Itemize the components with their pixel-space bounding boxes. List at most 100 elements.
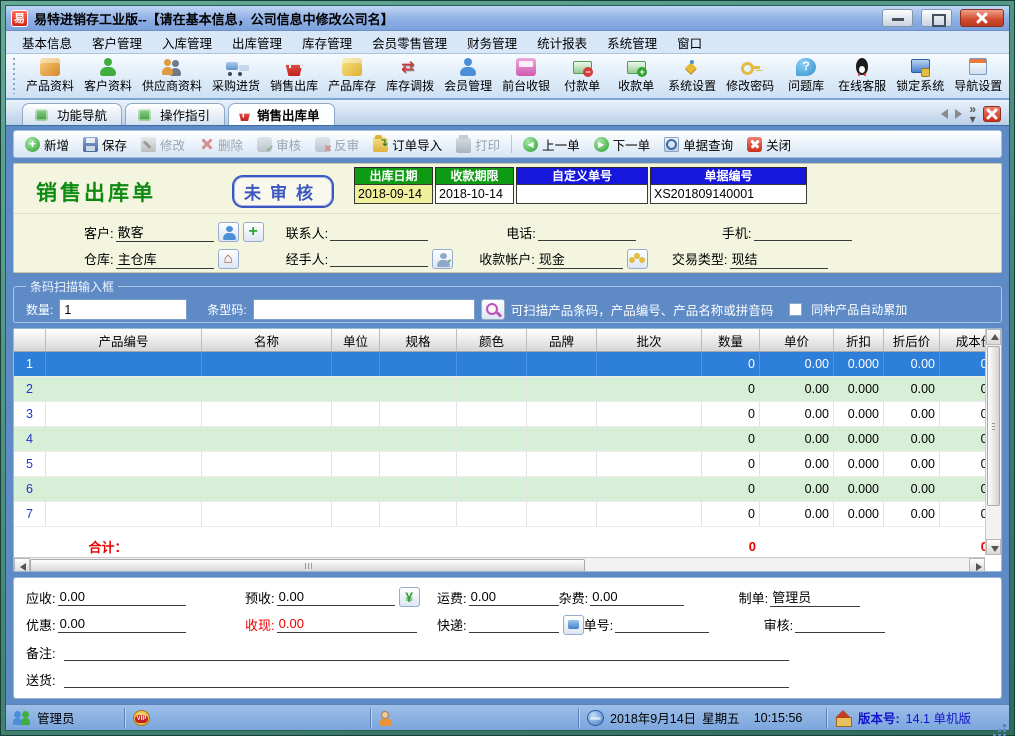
- col-color[interactable]: 颜色: [457, 329, 527, 351]
- toolbar-product-data[interactable]: 产品资料: [21, 56, 79, 96]
- tab-close-button[interactable]: [983, 106, 1001, 122]
- maximize-button[interactable]: [921, 9, 952, 27]
- order-import-button[interactable]: 订单导入: [367, 133, 448, 156]
- horizontal-scrollbar[interactable]: [14, 557, 985, 572]
- delivery-value[interactable]: [64, 671, 789, 688]
- scroll-right-icon[interactable]: [969, 558, 985, 572]
- toolbar-product-stock[interactable]: 产品库存: [323, 56, 381, 96]
- col-qty[interactable]: 数量: [702, 329, 760, 351]
- misc-fee-value[interactable]: 0.00: [590, 589, 684, 606]
- toolbar-lock-system[interactable]: 锁定系统: [891, 56, 949, 96]
- save-button[interactable]: 保存: [77, 133, 133, 156]
- search-product-button[interactable]: [481, 299, 505, 320]
- pick-warehouse-button[interactable]: [218, 249, 239, 269]
- toolbar-pos-cashier[interactable]: 前台收银: [497, 56, 555, 96]
- remark-value[interactable]: [64, 644, 789, 661]
- menu-outbound-mgmt[interactable]: 出库管理: [222, 30, 292, 55]
- col-brand[interactable]: 品牌: [527, 329, 597, 351]
- prepaid-pick-button[interactable]: [399, 587, 420, 607]
- print-button[interactable]: 打印: [450, 133, 506, 156]
- vertical-scrollbar[interactable]: [985, 329, 1001, 555]
- toolbar-stock-transfer[interactable]: 库存调拨: [381, 56, 439, 96]
- pick-account-button[interactable]: [627, 249, 648, 269]
- home-icon[interactable]: [835, 710, 852, 726]
- account-value[interactable]: 现金: [537, 249, 623, 269]
- custom-number-value[interactable]: [516, 184, 648, 204]
- add-customer-button[interactable]: [243, 222, 264, 242]
- grid-row-1[interactable]: 1 00.000.0000.000.00: [14, 352, 1001, 377]
- toolbar-online-service[interactable]: 在线客服: [833, 56, 891, 96]
- toolbar-issue-library[interactable]: 问题库: [779, 56, 833, 96]
- minimize-button[interactable]: [882, 9, 913, 27]
- tab-function-nav[interactable]: 功能导航: [22, 103, 122, 125]
- cash-received-value[interactable]: 0.00: [277, 616, 417, 633]
- col-product-code[interactable]: 产品编号: [46, 329, 202, 351]
- tab-scroll-right-icon[interactable]: [955, 109, 962, 119]
- toolbar-sales-outbound[interactable]: 销售出库: [265, 56, 323, 96]
- toolbar-change-password[interactable]: 修改密码: [721, 56, 779, 96]
- grid-row-4[interactable]: 4 00.000.0000.000.00: [14, 427, 1001, 452]
- edit-button[interactable]: 修改: [135, 133, 191, 156]
- next-order-button[interactable]: 下一单: [588, 133, 657, 156]
- resize-grip[interactable]: [995, 705, 1009, 730]
- toolbar-purchase-in[interactable]: 采购进货: [207, 56, 265, 96]
- auto-accumulate-checkbox[interactable]: [789, 303, 802, 316]
- menu-inbound-mgmt[interactable]: 入库管理: [152, 30, 222, 55]
- grid-row-6[interactable]: 6 00.000.0000.000.00: [14, 477, 1001, 502]
- vip-badge-icon[interactable]: [133, 710, 150, 726]
- express-pick-button[interactable]: [563, 615, 584, 635]
- audit-button[interactable]: 审核: [251, 133, 307, 156]
- phone-value[interactable]: [538, 224, 636, 241]
- menu-finance-mgmt[interactable]: 财务管理: [457, 30, 527, 55]
- scroll-down-icon[interactable]: [986, 539, 1001, 555]
- menu-inventory-mgmt[interactable]: 库存管理: [292, 30, 362, 55]
- unaudit-button[interactable]: 反审: [309, 133, 365, 156]
- prepaid-value[interactable]: 0.00: [277, 589, 395, 606]
- express-value[interactable]: [469, 616, 559, 633]
- toolbar-system-settings[interactable]: 系统设置: [663, 56, 721, 96]
- pick-customer-button[interactable]: [218, 222, 239, 242]
- mobile-value[interactable]: [754, 224, 852, 241]
- tab-operation-guide[interactable]: 操作指引: [125, 103, 225, 125]
- contact-value[interactable]: [330, 224, 428, 241]
- previous-order-button[interactable]: 上一单: [517, 133, 586, 156]
- toolbar-customer-data[interactable]: 客户资料: [79, 56, 137, 96]
- menu-customer-mgmt[interactable]: 客户管理: [82, 30, 152, 55]
- toolbar-receipt-slip[interactable]: 收款单: [609, 56, 663, 96]
- toolbar-nav-settings[interactable]: 导航设置: [949, 56, 1007, 96]
- menu-window[interactable]: 窗口: [667, 30, 712, 55]
- pick-handler-button[interactable]: ✔: [432, 249, 453, 269]
- close-form-button[interactable]: 关闭: [741, 133, 797, 156]
- payment-deadline-value[interactable]: 2018-10-14: [435, 184, 514, 204]
- col-discounted-price[interactable]: 折后价: [884, 329, 940, 351]
- menu-system-mgmt[interactable]: 系统管理: [597, 30, 667, 55]
- grid-row-3[interactable]: 3 00.000.0000.000.00: [14, 402, 1001, 427]
- toolbar-supplier-data[interactable]: 供应商资料: [137, 56, 207, 96]
- col-discount[interactable]: 折扣: [834, 329, 884, 351]
- toolbar-member-mgmt[interactable]: 会员管理: [439, 56, 497, 96]
- grid-row-7[interactable]: 7 00.000.0000.000.00: [14, 502, 1001, 527]
- scroll-left-icon[interactable]: [14, 558, 30, 572]
- toolbar-payment-slip[interactable]: 付款单: [555, 56, 609, 96]
- tab-scroll-left-icon[interactable]: [941, 109, 948, 119]
- receivable-value[interactable]: 0.00: [58, 589, 186, 606]
- order-query-button[interactable]: 单据查询: [658, 133, 739, 156]
- handler-value[interactable]: [330, 250, 428, 267]
- col-name[interactable]: 名称: [202, 329, 332, 351]
- menu-member-retail-mgmt[interactable]: 会员零售管理: [362, 30, 457, 55]
- tab-sales-outbound-order[interactable]: 销售出库单: [228, 103, 335, 125]
- grid-row-5[interactable]: 5 00.000.0000.000.00: [14, 452, 1001, 477]
- freight-value[interactable]: 0.00: [469, 589, 559, 606]
- vscroll-thumb[interactable]: [987, 346, 1000, 506]
- barcode-input[interactable]: [253, 299, 475, 320]
- new-button[interactable]: 新增: [19, 133, 75, 156]
- menu-basic-info[interactable]: 基本信息: [12, 30, 82, 55]
- close-window-button[interactable]: [960, 9, 1004, 27]
- warehouse-value[interactable]: 主仓库: [116, 249, 214, 269]
- tracking-value[interactable]: [615, 616, 709, 633]
- assistant-person-icon[interactable]: [379, 710, 396, 726]
- menu-stat-reports[interactable]: 统计报表: [527, 30, 597, 55]
- discount-amt-value[interactable]: 0.00: [58, 616, 186, 633]
- outbound-date-value[interactable]: 2018-09-14: [354, 184, 433, 204]
- grid-row-2[interactable]: 2 00.000.0000.000.00: [14, 377, 1001, 402]
